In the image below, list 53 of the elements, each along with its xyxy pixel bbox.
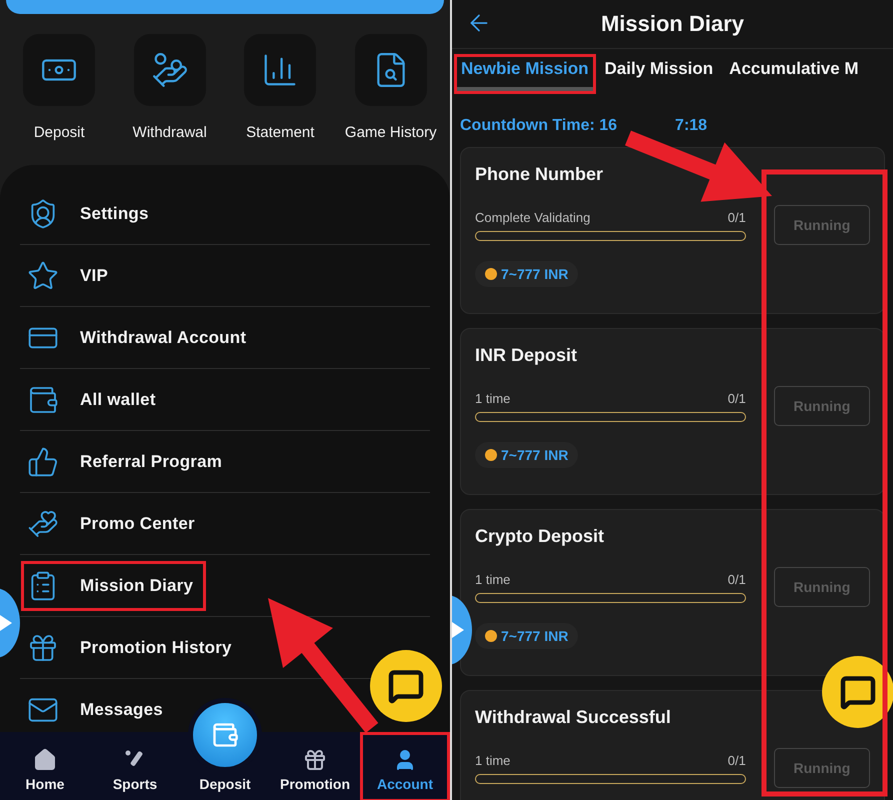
home-icon [33, 748, 57, 772]
screen-title: Mission Diary [600, 11, 744, 37]
quick-action-tile[interactable] [244, 34, 316, 106]
star-icon [27, 260, 59, 292]
play-icon [0, 615, 12, 631]
requirement-text: 1 time [475, 390, 510, 406]
mission-title: Crypto Deposit [475, 526, 606, 547]
menu-item[interactable]: Mission Diary [24, 564, 204, 608]
requirement-text: Complete Validating [475, 210, 590, 224]
mission-title: Phone Number [475, 164, 604, 185]
tab[interactable]: Daily Mission [598, 54, 720, 94]
countdown-text: 7:18 [675, 117, 708, 135]
nav-item[interactable]: Promotion [270, 732, 360, 800]
menu-item[interactable]: Messages [24, 688, 173, 732]
thumbs-up-icon [27, 446, 59, 478]
menu-item[interactable]: VIP [24, 254, 118, 298]
chat-icon [388, 668, 424, 704]
menu-item[interactable]: Promotion History [24, 626, 242, 670]
nav-item[interactable]: Account [360, 732, 450, 800]
hand-coins-icon [150, 51, 189, 89]
quick-action-tile[interactable] [354, 34, 427, 106]
reward-badge: 7~777 INR [475, 261, 578, 287]
menu-item[interactable]: All wallet [24, 378, 166, 422]
gift-icon [303, 748, 327, 772]
progress-count: 0/1 [728, 210, 746, 224]
reward-badge: 7~777 INR [475, 623, 578, 649]
quick-action-label: Deposit [34, 124, 85, 141]
menu-item[interactable]: Referral Program [24, 440, 232, 484]
mission-title: Withdrawal Successful [475, 707, 672, 728]
progress-count: 0/1 [728, 390, 746, 406]
quick-action-tile[interactable] [23, 34, 96, 106]
menu-item[interactable]: Withdrawal Account [24, 316, 256, 360]
countdown-text: Countdown Time: 16 [460, 117, 618, 135]
quick-action-label: Withdrawal [132, 124, 207, 141]
progress-count: 0/1 [728, 752, 746, 768]
quick-action-tile[interactable] [134, 34, 206, 106]
nav-item[interactable]: Home [0, 732, 90, 800]
progress-count: 0/1 [728, 572, 746, 586]
mission-title: INR Deposit [475, 345, 578, 366]
chat-icon [840, 674, 876, 710]
reward-badge: 7~777 INR [475, 442, 578, 468]
menu-item[interactable]: Promo Center [24, 502, 205, 546]
quick-action-label: Statement [246, 124, 314, 141]
tab[interactable]: Newbie Mission [454, 54, 596, 94]
menu-item[interactable]: Settings [24, 192, 159, 236]
quick-action-label: Game History [344, 124, 437, 141]
nav-item[interactable]: Sports [90, 732, 180, 800]
wallet-icon [211, 721, 239, 749]
nav-item[interactable]: Deposit [180, 698, 270, 800]
play-icon [452, 622, 464, 638]
tab[interactable]: Accumulative M [722, 54, 866, 94]
requirement-text: 1 time [475, 752, 510, 768]
requirement-text: 1 time [475, 572, 510, 586]
